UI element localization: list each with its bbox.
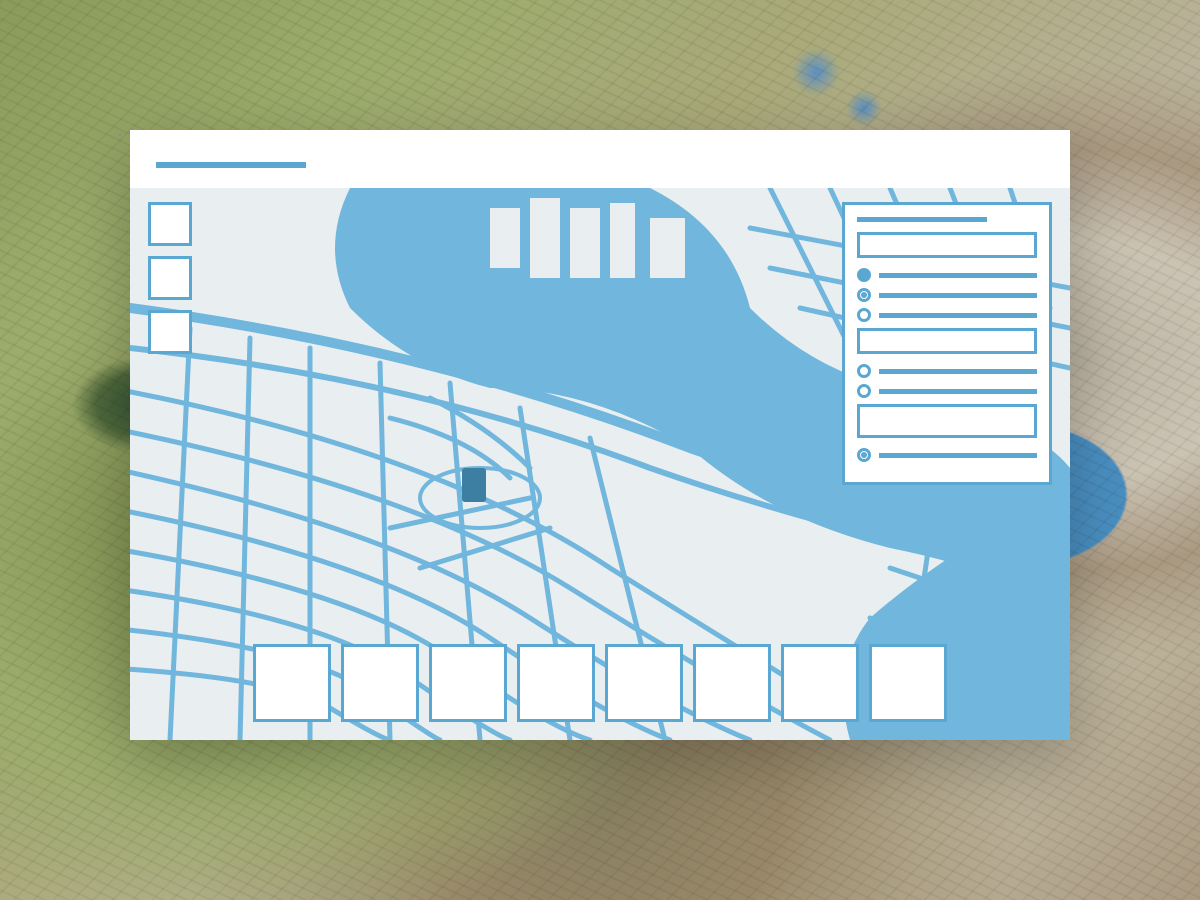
panel-title-placeholder <box>857 217 987 222</box>
thumbnail-2[interactable] <box>341 644 419 722</box>
option-row[interactable] <box>857 268 1037 282</box>
tool-button-3[interactable] <box>148 310 192 354</box>
options-panel <box>842 202 1052 485</box>
option-label-placeholder <box>879 313 1037 318</box>
radio-selected-icon[interactable] <box>857 268 871 282</box>
option-label-placeholder <box>879 273 1037 278</box>
app-window <box>130 130 1070 740</box>
option-row[interactable] <box>857 308 1037 322</box>
option-row[interactable] <box>857 288 1037 302</box>
thumbnail-4[interactable] <box>517 644 595 722</box>
option-label-placeholder <box>879 369 1037 374</box>
thumbnail-7[interactable] <box>781 644 859 722</box>
map-tools <box>148 202 192 354</box>
thumbnail-strip <box>253 644 947 722</box>
thumbnail-6[interactable] <box>693 644 771 722</box>
tool-button-2[interactable] <box>148 256 192 300</box>
radio-icon[interactable] <box>857 364 871 378</box>
radio-icon[interactable] <box>857 384 871 398</box>
thumbnail-8[interactable] <box>869 644 947 722</box>
radio-icon[interactable] <box>857 308 871 322</box>
option-label-placeholder <box>879 293 1037 298</box>
option-row[interactable] <box>857 364 1037 378</box>
radio-icon[interactable] <box>857 288 871 302</box>
thumbnail-5[interactable] <box>605 644 683 722</box>
panel-group-1 <box>857 232 1037 322</box>
thumbnail-3[interactable] <box>429 644 507 722</box>
panel-group-3 <box>857 404 1037 462</box>
radio-icon[interactable] <box>857 448 871 462</box>
window-titlebar <box>130 130 1070 188</box>
tool-button-1[interactable] <box>148 202 192 246</box>
map-viewport[interactable] <box>130 188 1070 740</box>
panel-field-1[interactable] <box>857 232 1037 258</box>
panel-group-2 <box>857 328 1037 398</box>
window-title-placeholder <box>156 162 306 168</box>
option-label-placeholder <box>879 453 1037 458</box>
panel-field-3[interactable] <box>857 404 1037 438</box>
option-row[interactable] <box>857 448 1037 462</box>
option-row[interactable] <box>857 384 1037 398</box>
panel-field-2[interactable] <box>857 328 1037 354</box>
option-label-placeholder <box>879 389 1037 394</box>
thumbnail-1[interactable] <box>253 644 331 722</box>
